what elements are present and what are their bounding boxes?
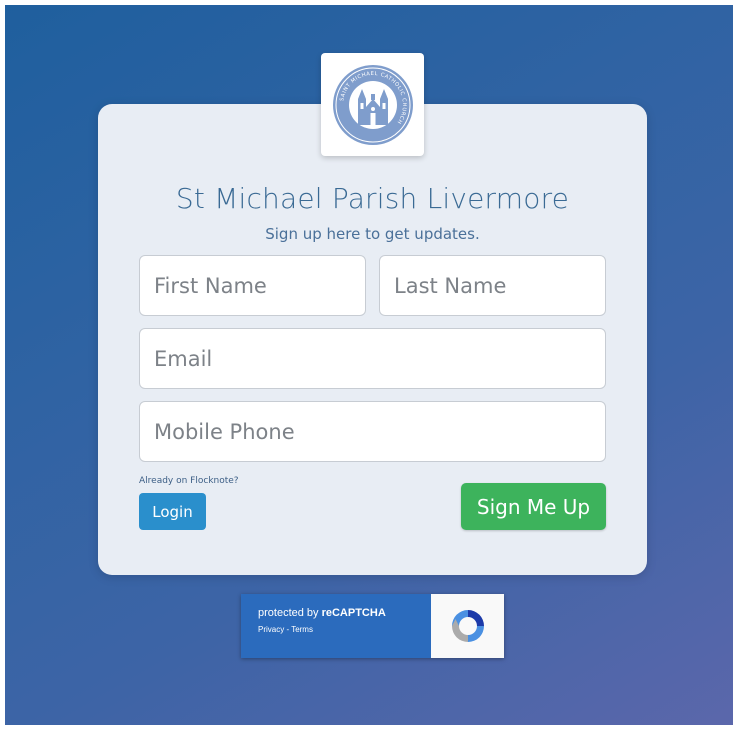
last-name-field[interactable] [379, 255, 606, 316]
login-button[interactable]: Login [139, 493, 206, 530]
sign-me-up-button[interactable]: Sign Me Up [461, 483, 606, 530]
page-subtitle: Sign up here to get updates. [265, 225, 480, 243]
email-field[interactable] [139, 328, 606, 389]
church-seal-icon: SAINT MICHAEL CATHOLIC CHURCH [332, 64, 413, 145]
page-title: St Michael Parish Livermore [175, 182, 570, 215]
already-on-flocknote-text: Already on Flocknote? [139, 476, 239, 486]
mobile-phone-field[interactable] [139, 401, 606, 462]
recaptcha-icon-container [431, 594, 504, 658]
recaptcha-panel: protected by reCAPTCHA Privacy - Terms [241, 594, 431, 658]
first-name-field[interactable] [139, 255, 366, 316]
recaptcha-icon [451, 610, 484, 642]
recaptcha-protected-text: protected by reCAPTCHA [258, 607, 386, 619]
page-background: St Michael Parish Livermore Sign up here… [5, 5, 733, 725]
parish-logo: SAINT MICHAEL CATHOLIC CHURCH [321, 53, 424, 156]
recaptcha-privacy-terms-links[interactable]: Privacy - Terms [258, 625, 431, 634]
recaptcha-badge[interactable]: protected by reCAPTCHA Privacy - Terms [241, 594, 504, 658]
signup-card: St Michael Parish Livermore Sign up here… [98, 104, 647, 575]
